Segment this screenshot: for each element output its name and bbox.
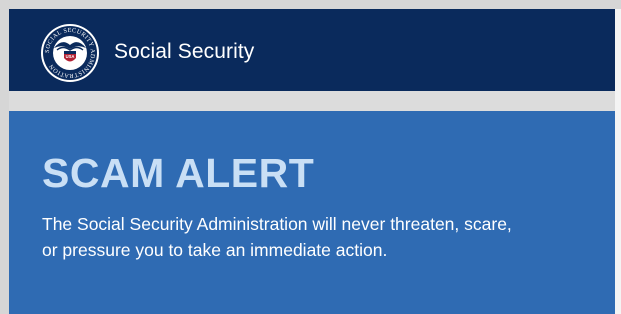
scam-alert-title: SCAM ALERT: [42, 150, 315, 196]
ssa-seal-logo[interactable]: SOCIAL SECURITY ADMINISTRATION USA: [40, 23, 100, 83]
header-divider-band: [9, 91, 621, 111]
site-brand-name[interactable]: Social Security: [114, 40, 254, 64]
scam-alert-panel: SCAM ALERT The Social Security Administr…: [9, 111, 621, 314]
screenshot-frame: SOCIAL SECURITY ADMINISTRATION USA Socia…: [0, 0, 621, 314]
seal-shield-text: USA: [66, 54, 75, 59]
scam-alert-line-2: or pressure you to take an immediate act…: [42, 240, 388, 260]
scam-alert-message: The Social Security Administration will …: [42, 211, 602, 263]
window-right-edge: [615, 9, 621, 314]
site-header: SOCIAL SECURITY ADMINISTRATION USA Socia…: [9, 9, 621, 91]
scam-alert-line-1: The Social Security Administration will …: [42, 214, 512, 234]
